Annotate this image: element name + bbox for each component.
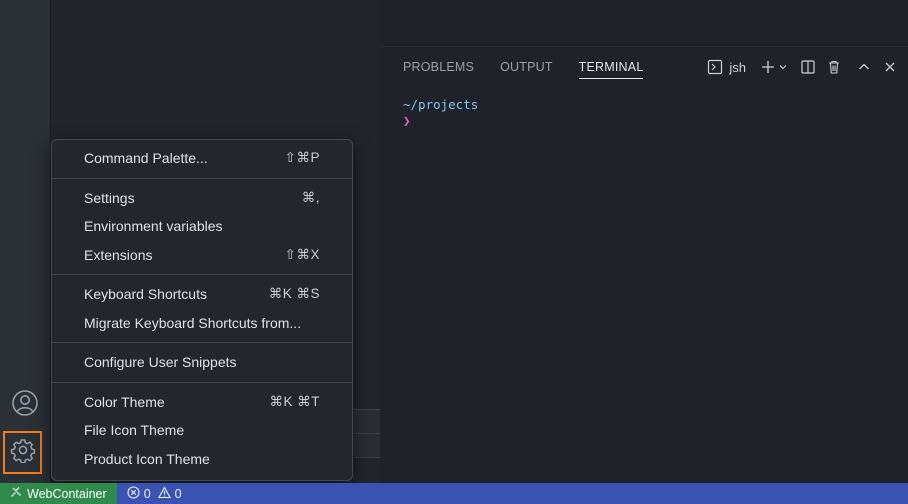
menu-item-shortcut: ⇧⌘P bbox=[284, 150, 320, 166]
menu-item-product-icon-theme[interactable]: Product Icon Theme bbox=[52, 445, 352, 474]
trash-icon[interactable] bbox=[824, 57, 844, 77]
menu-item-label: Product Icon Theme bbox=[84, 450, 210, 467]
menu-separator bbox=[52, 342, 352, 343]
menu-item-file-icon-theme[interactable]: File Icon Theme bbox=[52, 416, 352, 445]
divider bbox=[354, 457, 380, 458]
menu-item-extensions[interactable]: Extensions ⇧⌘X bbox=[52, 241, 352, 270]
terminal-icon bbox=[705, 57, 725, 77]
warning-icon bbox=[157, 485, 171, 502]
menu-item-settings[interactable]: Settings ⌘, bbox=[52, 184, 352, 213]
split-terminal-icon[interactable] bbox=[798, 57, 818, 77]
menu-item-label: File Icon Theme bbox=[84, 422, 185, 439]
menu-item-label: Environment variables bbox=[84, 218, 223, 235]
menu-item-label: Command Palette... bbox=[84, 150, 208, 167]
menu-item-label: Settings bbox=[84, 189, 135, 206]
menu-item-configure-user-snippets[interactable]: Configure User Snippets bbox=[52, 348, 352, 377]
remote-icon bbox=[10, 486, 22, 501]
new-terminal-plus-icon[interactable] bbox=[758, 57, 778, 77]
error-count: 0 bbox=[143, 486, 151, 501]
menu-separator bbox=[52, 381, 352, 383]
problems-status[interactable]: 0 0 bbox=[127, 485, 182, 502]
menu-item-color-theme[interactable]: Color Theme ⌘K ⌘T bbox=[52, 388, 352, 417]
status-bar: WebContainer 0 0 bbox=[0, 483, 908, 504]
divider bbox=[354, 433, 380, 434]
maximize-panel-chevron-up-icon[interactable] bbox=[854, 57, 874, 77]
editor-area bbox=[381, 0, 908, 46]
error-icon bbox=[127, 485, 140, 502]
menu-item-shortcut: ⇧⌘X bbox=[284, 246, 320, 262]
terminal-cwd: ~/projects bbox=[403, 97, 479, 112]
tab-output[interactable]: OUTPUT bbox=[500, 60, 553, 79]
menu-item-label: Migrate Keyboard Shortcuts from... bbox=[84, 314, 302, 331]
remote-indicator[interactable]: WebContainer bbox=[0, 483, 117, 504]
tab-terminal[interactable]: TERMINAL bbox=[578, 60, 644, 79]
menu-item-keyboard-shortcuts[interactable]: Keyboard Shortcuts ⌘K ⌘S bbox=[52, 280, 352, 309]
bottom-panel: PROBLEMS OUTPUT TERMINAL jsh ~/projects … bbox=[381, 46, 908, 484]
terminal-profile-selector[interactable]: jsh bbox=[705, 57, 746, 77]
menu-separator bbox=[52, 177, 352, 179]
menu-item-shortcut: ⌘K ⌘S bbox=[268, 286, 320, 302]
warning-count: 0 bbox=[174, 486, 182, 501]
menu-item-migrate-keyboard-shortcuts[interactable]: Migrate Keyboard Shortcuts from... bbox=[52, 309, 352, 338]
side-panel-row bbox=[354, 434, 380, 457]
panel-actions: jsh bbox=[705, 57, 900, 77]
gear-icon bbox=[10, 437, 36, 468]
menu-item-label: Keyboard Shortcuts bbox=[84, 286, 207, 303]
menu-item-label: Extensions bbox=[84, 246, 153, 263]
menu-item-shortcut: ⌘, bbox=[301, 189, 320, 205]
menu-item-label: Color Theme bbox=[84, 393, 165, 410]
terminal-output[interactable]: ~/projects ❯ bbox=[403, 97, 478, 129]
side-panel-row bbox=[354, 409, 380, 433]
panel-tabs: PROBLEMS OUTPUT TERMINAL bbox=[403, 60, 644, 79]
remote-label: WebContainer bbox=[27, 486, 107, 501]
close-icon[interactable] bbox=[880, 57, 900, 77]
menu-item-command-palette[interactable]: Command Palette... ⇧⌘P bbox=[52, 144, 352, 173]
tab-problems[interactable]: PROBLEMS bbox=[403, 60, 474, 79]
menu-item-label: Configure User Snippets bbox=[84, 354, 237, 371]
terminal-profile-name: jsh bbox=[729, 59, 746, 75]
terminal-prompt: ❯ bbox=[403, 113, 411, 128]
manage-gear-button[interactable] bbox=[3, 431, 42, 474]
menu-item-shortcut: ⌘K ⌘T bbox=[269, 393, 320, 409]
divider bbox=[354, 409, 380, 410]
manage-menu: Command Palette... ⇧⌘P Settings ⌘, Envir… bbox=[51, 139, 353, 481]
accounts-icon[interactable] bbox=[11, 389, 39, 422]
chevron-down-icon[interactable] bbox=[778, 57, 788, 77]
menu-item-environment-variables[interactable]: Environment variables bbox=[52, 212, 352, 241]
menu-separator bbox=[52, 274, 352, 275]
